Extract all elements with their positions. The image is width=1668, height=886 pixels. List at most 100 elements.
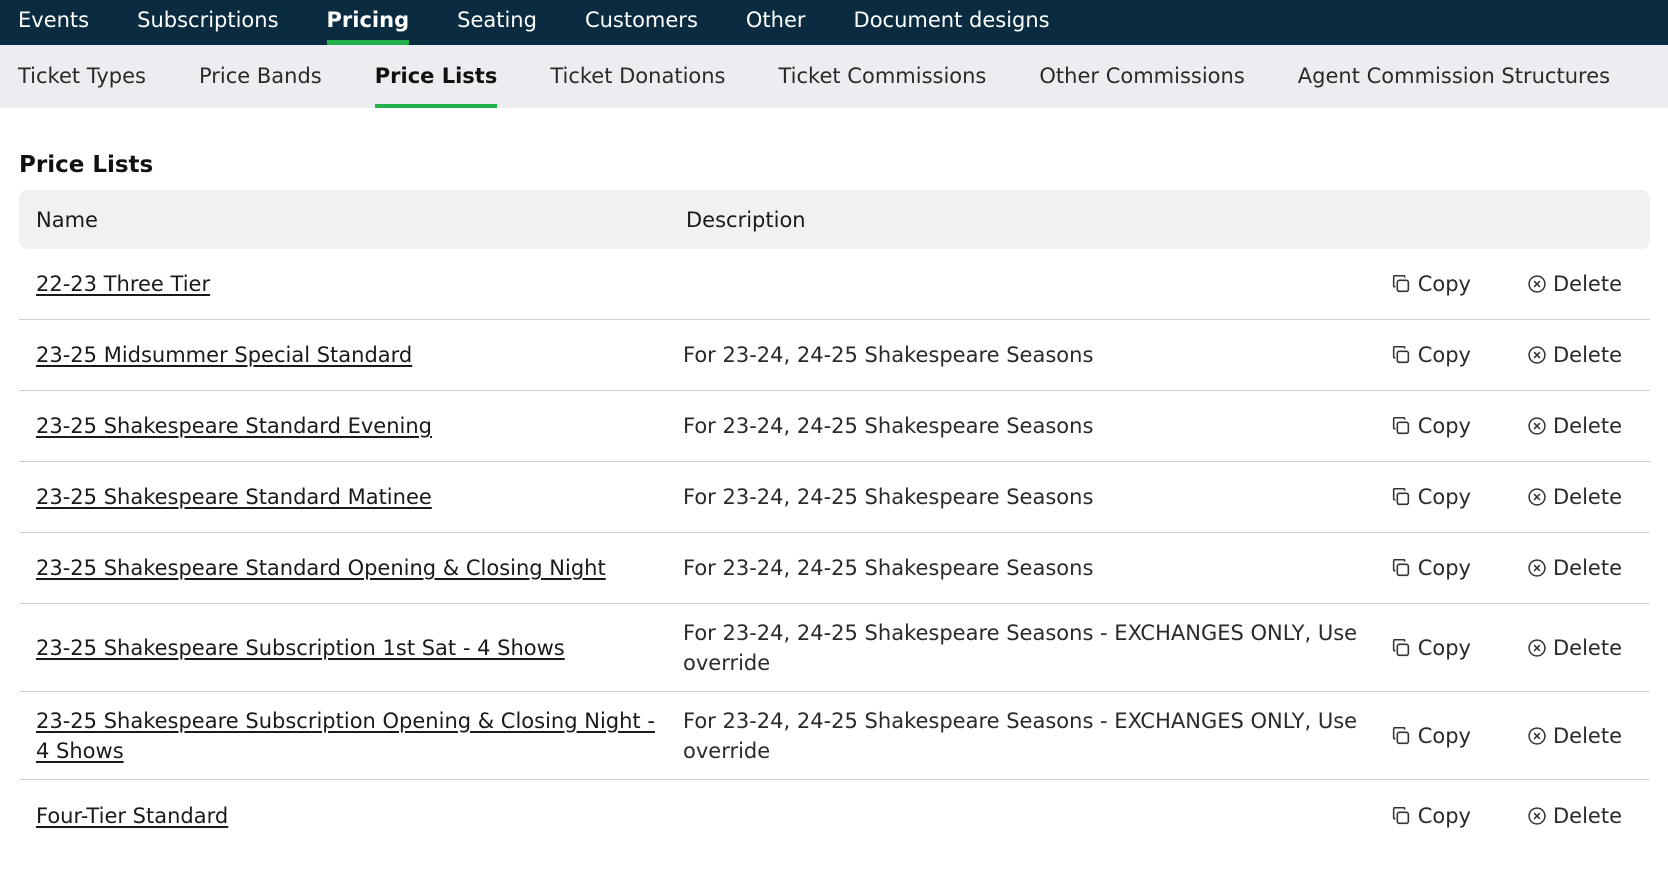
delete-button[interactable]: Delete	[1527, 636, 1622, 660]
subnav-tab-other-commissions[interactable]: Other Commissions	[1039, 45, 1244, 108]
name-cell: 23-25 Shakespeare Subscription 1st Sat -…	[19, 633, 683, 663]
delete-label: Delete	[1553, 723, 1622, 748]
copy-label: Copy	[1417, 803, 1471, 828]
column-header-name: Name	[36, 207, 98, 232]
description-cell: For 23-24, 24-25 Shakespeare Seasons - E…	[683, 708, 1358, 763]
table-row: Four-Tier Standard Copy Delete	[19, 780, 1650, 851]
copy-button[interactable]: Copy	[1390, 556, 1471, 580]
price-list-link[interactable]: 23-25 Shakespeare Standard Evening	[36, 414, 432, 438]
table-row: 23-25 Shakespeare Standard Evening For 2…	[19, 391, 1650, 462]
delete-button[interactable]: Delete	[1527, 272, 1622, 296]
copy-label: Copy	[1417, 635, 1471, 660]
description-cell: For 23-24, 24-25 Shakespeare Seasons - E…	[683, 620, 1358, 675]
description-cell: For 23-24, 24-25 Shakespeare Seasons	[683, 414, 1094, 438]
copy-icon	[1392, 806, 1409, 824]
name-cell: 23-25 Shakespeare Standard Matinee	[19, 482, 683, 512]
subnav-tab-price-bands[interactable]: Price Bands	[199, 45, 322, 108]
table-row: 23-25 Shakespeare Standard Opening & Clo…	[19, 533, 1650, 604]
price-list-link[interactable]: 23-25 Shakespeare Subscription Opening &…	[36, 709, 655, 763]
table-body: 22-23 Three Tier Copy Delete 23-25 Midsu…	[19, 249, 1650, 851]
delete-circle-x-icon	[1528, 559, 1546, 577]
row-actions: Copy Delete	[1390, 804, 1650, 828]
delete-label: Delete	[1553, 414, 1622, 438]
copy-button[interactable]: Copy	[1390, 804, 1471, 828]
top-navigation: Events Subscriptions Pricing Seating Custome…	[0, 0, 1668, 45]
description-cell: For 23-24, 24-25 Shakespeare Seasons	[683, 343, 1094, 367]
description-cell: For 23-24, 24-25 Shakespeare Seasons	[683, 556, 1094, 580]
copy-icon	[1392, 487, 1409, 506]
name-cell: 23-25 Midsummer Special Standard	[19, 340, 683, 370]
table-header: Name Description	[19, 190, 1650, 249]
row-actions: Copy Delete	[1390, 414, 1650, 438]
name-cell: 23-25 Shakespeare Standard Opening & Clo…	[19, 553, 683, 583]
delete-label: Delete	[1553, 272, 1622, 296]
copy-label: Copy	[1417, 343, 1471, 367]
subnav-tab-ticket-commissions[interactable]: Ticket Commissions	[779, 45, 987, 108]
row-actions: Copy Delete	[1390, 485, 1650, 509]
copy-label: Copy	[1417, 414, 1471, 438]
price-list-link[interactable]: 23-25 Shakespeare Standard Opening & Clo…	[36, 556, 606, 580]
copy-button[interactable]: Copy	[1390, 272, 1471, 296]
price-lists-table: Name Description 22-23 Three Tier Copy D…	[19, 190, 1650, 851]
table-row: 23-25 Shakespeare Subscription Opening &…	[19, 692, 1650, 780]
copy-icon	[1392, 274, 1409, 293]
column-header-description: Description	[686, 207, 806, 232]
copy-button[interactable]: Copy	[1390, 485, 1471, 509]
subnav-tab-ticket-donations[interactable]: Ticket Donations	[550, 45, 725, 108]
delete-circle-x-icon	[1528, 488, 1546, 506]
subnav-tab-price-lists[interactable]: Price Lists	[374, 45, 497, 108]
name-cell: 23-25 Shakespeare Subscription Opening &…	[19, 706, 683, 766]
price-list-link[interactable]: 23-25 Shakespeare Subscription 1st Sat -…	[36, 636, 565, 660]
row-actions: Copy Delete	[1390, 556, 1650, 580]
nav-tab-other[interactable]: Other	[746, 0, 806, 45]
nav-tab-events[interactable]: Events	[18, 0, 89, 45]
copy-icon	[1392, 558, 1409, 577]
row-actions: Copy Delete	[1390, 724, 1650, 748]
table-row: 23-25 Midsummer Special Standard For 23-…	[19, 320, 1650, 391]
name-cell: 22-23 Three Tier	[19, 269, 683, 299]
delete-label: Delete	[1553, 635, 1622, 660]
row-actions: Copy Delete	[1390, 272, 1650, 296]
price-list-link[interactable]: 23-25 Midsummer Special Standard	[36, 343, 412, 367]
copy-button[interactable]: Copy	[1390, 343, 1471, 367]
delete-button[interactable]: Delete	[1527, 414, 1622, 438]
copy-icon	[1392, 416, 1409, 435]
nav-tab-subscriptions[interactable]: Subscriptions	[137, 0, 278, 45]
table-row: 23-25 Shakespeare Standard Matinee For 2…	[19, 462, 1650, 533]
nav-tab-pricing[interactable]: Pricing	[326, 0, 409, 45]
copy-button[interactable]: Copy	[1390, 724, 1471, 748]
subnav-tab-agent-commission-structures[interactable]: Agent Commission Structures	[1298, 45, 1610, 108]
page-title: Price Lists	[19, 152, 154, 178]
nav-tab-document-designs[interactable]: Document designs	[854, 0, 1050, 45]
delete-label: Delete	[1553, 803, 1622, 828]
pricing-sub-navigation: Ticket Types Price Bands Price Lists Ticket…	[0, 45, 1668, 108]
delete-button[interactable]: Delete	[1527, 485, 1622, 509]
delete-circle-x-icon	[1528, 726, 1546, 745]
copy-label: Copy	[1417, 272, 1471, 296]
price-list-link[interactable]: 23-25 Shakespeare Standard Matinee	[36, 485, 432, 509]
copy-button[interactable]: Copy	[1390, 414, 1471, 438]
copy-icon	[1392, 638, 1409, 656]
table-row: 23-25 Shakespeare Subscription 1st Sat -…	[19, 604, 1650, 692]
subnav-tab-ticket-types[interactable]: Ticket Types	[18, 45, 146, 108]
nav-tab-seating[interactable]: Seating	[457, 0, 537, 45]
delete-label: Delete	[1553, 485, 1622, 509]
delete-button[interactable]: Delete	[1527, 343, 1622, 367]
price-list-link[interactable]: 22-23 Three Tier	[36, 272, 210, 296]
delete-circle-x-icon	[1528, 417, 1546, 435]
delete-circle-x-icon	[1528, 638, 1546, 657]
row-actions: Copy Delete	[1390, 343, 1650, 367]
delete-button[interactable]: Delete	[1527, 724, 1622, 748]
nav-tab-customers[interactable]: Customers	[585, 0, 698, 45]
delete-circle-x-icon	[1528, 346, 1546, 364]
delete-circle-x-icon	[1528, 806, 1546, 825]
delete-button[interactable]: Delete	[1527, 804, 1622, 828]
price-list-link[interactable]: Four-Tier Standard	[36, 804, 228, 828]
row-actions: Copy Delete	[1390, 636, 1650, 660]
copy-icon	[1392, 345, 1409, 364]
delete-button[interactable]: Delete	[1527, 556, 1622, 580]
name-cell: Four-Tier Standard	[19, 801, 683, 831]
delete-label: Delete	[1553, 556, 1622, 580]
copy-label: Copy	[1417, 485, 1471, 509]
copy-button[interactable]: Copy	[1390, 636, 1471, 660]
